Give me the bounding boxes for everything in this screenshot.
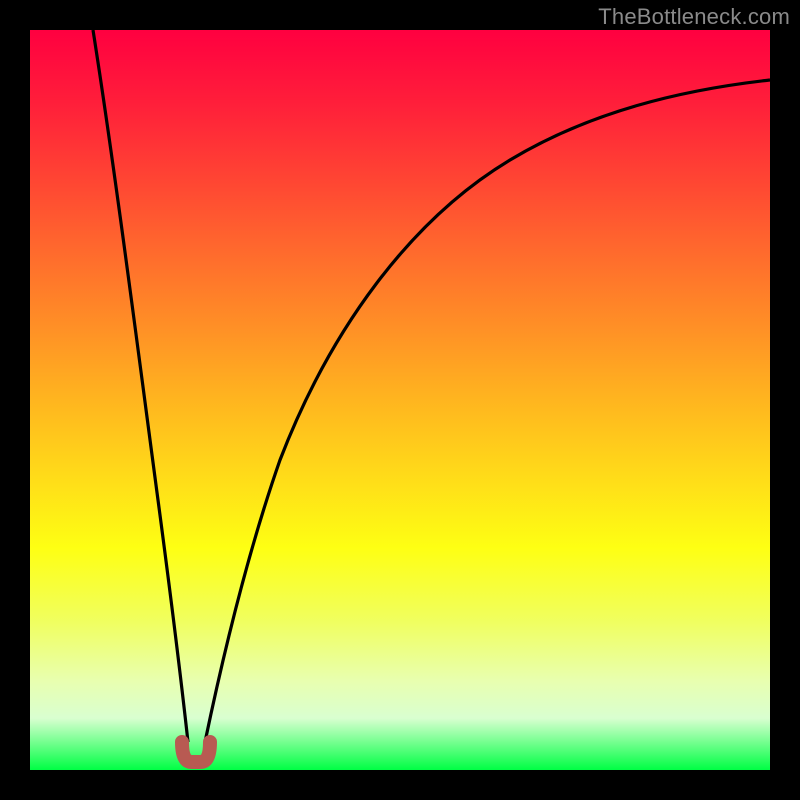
bottleneck-curve-left bbox=[93, 30, 188, 742]
curve-overlay bbox=[30, 30, 770, 770]
watermark-text: TheBottleneck.com bbox=[598, 4, 790, 30]
minimum-marker bbox=[182, 742, 210, 762]
plot-area bbox=[30, 30, 770, 770]
bottleneck-curve-right bbox=[205, 80, 770, 742]
chart-frame: TheBottleneck.com bbox=[0, 0, 800, 800]
